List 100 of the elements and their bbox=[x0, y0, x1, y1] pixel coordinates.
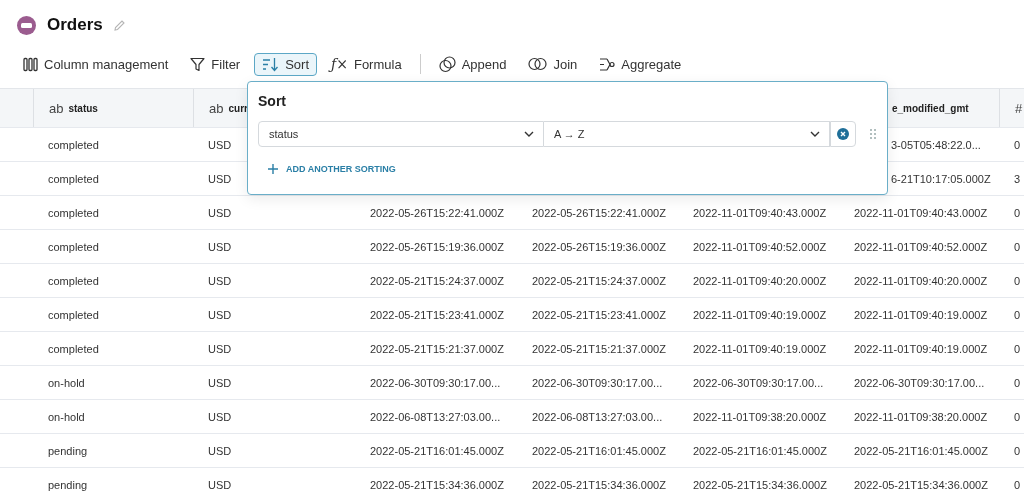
table-cell: 2022-05-26T15:22:41.000Z bbox=[370, 206, 504, 219]
filter-tool[interactable]: Filter bbox=[182, 52, 249, 76]
table-cell: pending bbox=[48, 478, 88, 491]
table-cell: completed bbox=[48, 206, 99, 219]
table-cell: 2022-11-01T09:40:20.000Z bbox=[693, 274, 827, 287]
panel-title: Sort bbox=[258, 93, 287, 109]
column-header[interactable]: status bbox=[68, 102, 98, 114]
table-cell: 2022-05-21T16:01:45.000Z bbox=[693, 444, 827, 457]
table-cell: on-hold bbox=[48, 376, 85, 389]
table-cell: USD bbox=[208, 240, 232, 253]
chevron-down-icon bbox=[810, 131, 820, 137]
table-cell: USD bbox=[208, 342, 232, 355]
table-cell: 2022-11-01T09:40:19.000Z bbox=[854, 342, 988, 355]
table-cell: USD bbox=[208, 138, 232, 151]
table-cell: 2022-05-21T16:01:45.000Z bbox=[370, 444, 504, 457]
columns-tool[interactable]: Column management bbox=[15, 52, 177, 76]
table-cell: USD bbox=[208, 410, 232, 423]
table-cell: 2022-05-26T15:19:36.000Z bbox=[532, 240, 666, 253]
table-cell: 2022-06-30T09:30:17.00... bbox=[532, 376, 663, 389]
table-cell: 2022-06-30T09:30:17.00... bbox=[693, 376, 824, 389]
table-cell: 2022-06-08T13:27:03.00... bbox=[532, 410, 663, 423]
aggregate-tool[interactable]: Aggregate bbox=[591, 52, 690, 76]
table-cell: 0 bbox=[1014, 410, 1021, 423]
formula-tool[interactable]: ƒ× Formula bbox=[323, 52, 410, 76]
aggregate-icon bbox=[599, 56, 616, 72]
columns-icon bbox=[23, 56, 38, 72]
table-cell: 2022-11-01T09:40:20.000Z bbox=[854, 274, 988, 287]
table-cell: USD bbox=[208, 478, 232, 491]
table-cell: 0 bbox=[1014, 342, 1021, 355]
table-cell: pending bbox=[48, 444, 88, 457]
table-cell: 2022-05-21T15:21:37.000Z bbox=[532, 342, 666, 355]
column-type-label: ab bbox=[209, 100, 224, 116]
join-icon bbox=[528, 57, 548, 71]
chevron-down-icon bbox=[524, 131, 534, 137]
table-cell: 2022-11-01T09:38:20.000Z bbox=[854, 410, 988, 423]
join-tool[interactable]: Join bbox=[520, 52, 586, 76]
add-sorting-button[interactable]: ADD ANOTHER SORTING bbox=[268, 164, 396, 174]
table-cell: 2022-05-21T15:34:36.000Z bbox=[370, 478, 504, 491]
column-type-label: # bbox=[1015, 100, 1023, 116]
table-cell: 0 bbox=[1014, 376, 1021, 389]
append-icon bbox=[438, 55, 456, 73]
table-cell: 0 bbox=[1014, 138, 1021, 151]
table-cell: USD bbox=[208, 308, 232, 321]
table-cell: completed bbox=[48, 342, 99, 355]
table-cell: 0 bbox=[1014, 478, 1021, 491]
filter-icon bbox=[190, 56, 206, 72]
table-cell: 2022-05-26T15:22:41.000Z bbox=[532, 206, 666, 219]
table-cell: USD bbox=[208, 172, 232, 185]
table-cell: 2022-05-21T15:23:41.000Z bbox=[370, 308, 504, 321]
table-cell: completed bbox=[48, 274, 99, 287]
table-cell: 2022-05-21T16:01:45.000Z bbox=[854, 444, 988, 457]
table-cell: USD bbox=[208, 274, 232, 287]
sort-icon bbox=[262, 56, 280, 72]
table-cell: 2022-05-21T15:24:37.000Z bbox=[532, 274, 666, 287]
table-cell: USD bbox=[208, 206, 232, 219]
table-cell: 0 bbox=[1014, 444, 1021, 457]
table-cell: 2022-11-01T09:40:19.000Z bbox=[854, 308, 988, 321]
table-cell: 2022-06-30T09:30:17.00... bbox=[854, 376, 985, 389]
table-cell: 2022-05-26T15:19:36.000Z bbox=[370, 240, 504, 253]
table-cell: 3 bbox=[1014, 172, 1021, 185]
table-cell: 2022-11-01T09:40:52.000Z bbox=[693, 240, 827, 253]
table-cell: 0 bbox=[1014, 308, 1021, 321]
sort-tool[interactable]: Sort bbox=[254, 52, 318, 76]
order-select[interactable]: A → Z bbox=[544, 121, 830, 147]
table-cell: 0 bbox=[1014, 240, 1021, 253]
table-cell: 2022-05-21T15:34:36.000Z bbox=[854, 478, 988, 491]
drag-handle-icon[interactable] bbox=[870, 129, 876, 139]
table-cell: 2022-11-01T09:40:43.000Z bbox=[854, 206, 988, 219]
table-cell: 2022-11-01T09:40:43.000Z bbox=[693, 206, 827, 219]
remove-button[interactable] bbox=[830, 121, 856, 147]
page-title: Orders bbox=[47, 15, 103, 35]
table-cell: 2022-06-30T09:30:17.00... bbox=[370, 376, 501, 389]
table-cell: 2022-11-01T09:38:20.000Z bbox=[693, 410, 827, 423]
table-cell: completed bbox=[48, 138, 99, 151]
table-cell: 2022-05-21T15:34:36.000Z bbox=[693, 478, 827, 491]
table-cell: on-hold bbox=[48, 410, 85, 423]
table-cell: 2022-05-21T15:21:37.000Z bbox=[370, 342, 504, 355]
table-cell: 2022-05-21T15:23:41.000Z bbox=[532, 308, 666, 321]
table-cell: 2022-11-01T09:40:19.000Z bbox=[693, 308, 827, 321]
column-header[interactable]: e_modified_gmt bbox=[892, 102, 969, 114]
field-select[interactable]: status bbox=[258, 121, 544, 147]
column-header[interactable]: curr bbox=[228, 102, 248, 114]
table-cell: 0 bbox=[1014, 206, 1021, 219]
table-cell: 0 bbox=[1014, 274, 1021, 287]
table-cell: 2022-11-01T09:40:19.000Z bbox=[693, 342, 827, 355]
table-cell: 2022-05-21T16:01:45.000Z bbox=[532, 444, 666, 457]
table-cell: completed bbox=[48, 172, 99, 185]
table-cell: 6-21T10:17:05.000Z bbox=[891, 172, 991, 185]
logo-icon bbox=[17, 15, 36, 35]
table-cell: completed bbox=[48, 240, 99, 253]
table-cell: USD bbox=[208, 444, 232, 457]
column-type-label: ab bbox=[49, 100, 64, 116]
pencil-icon[interactable] bbox=[112, 18, 126, 32]
plus-icon bbox=[268, 164, 278, 174]
append-tool[interactable]: Append bbox=[430, 51, 515, 77]
table-cell: 2022-05-21T15:24:37.000Z bbox=[370, 274, 504, 287]
table-cell: 2022-05-21T15:34:36.000Z bbox=[532, 478, 666, 491]
table-cell: USD bbox=[208, 376, 232, 389]
table-cell: 2022-11-01T09:40:52.000Z bbox=[854, 240, 988, 253]
table-cell: 3-05T05:48:22.0... bbox=[891, 138, 981, 151]
